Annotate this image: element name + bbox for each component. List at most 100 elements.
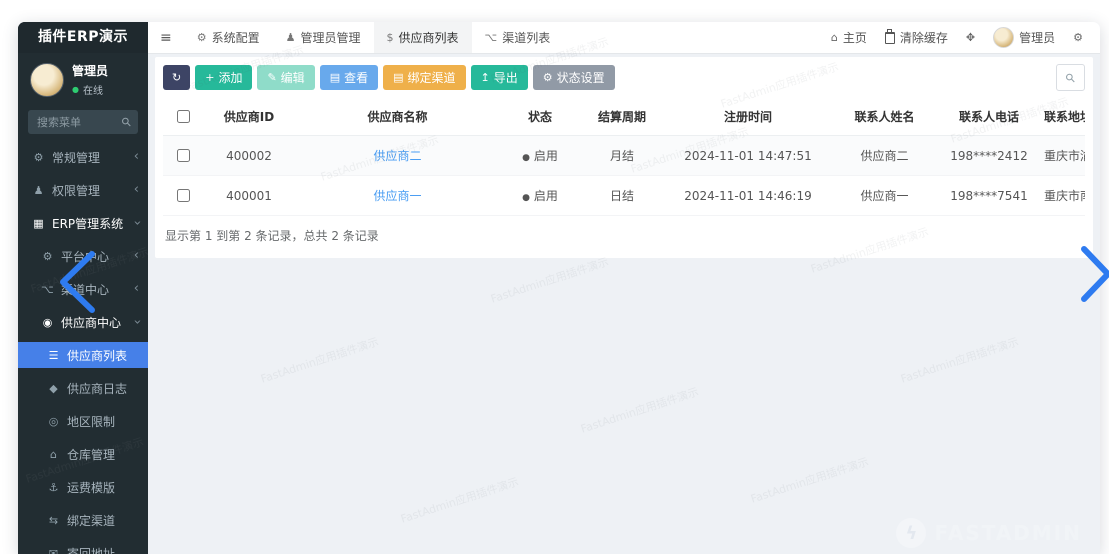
tab-channel-list[interactable]: ⌥ 渠道列表 <box>472 22 564 53</box>
random-icon: ⇆ <box>48 513 59 527</box>
fullscreen-button[interactable]: ✥ <box>957 22 984 53</box>
avatar <box>993 27 1015 48</box>
ban-icon: ◎ <box>48 414 59 428</box>
gear-icon: ⚙ <box>196 31 207 44</box>
add-label: 添加 <box>218 71 243 85</box>
cell-contact-phone: 198****2412 <box>937 135 1041 176</box>
view-button[interactable]: ▤ 查看 <box>319 65 379 90</box>
search-icon: ⚲ <box>1062 69 1079 86</box>
settings-button[interactable]: ⚙ <box>1064 22 1092 53</box>
status-badge: 启用 <box>533 149 558 163</box>
user-icon: ♟ <box>285 31 296 44</box>
supplier-table: 供应商ID 供应商名称 状态 结算周期 注册时间 联系人姓名 联系人电话 联系地… <box>163 98 1085 216</box>
status-settings-button[interactable]: ⚙ 状态设置 <box>532 65 615 90</box>
sidebar-item-erp-system[interactable]: ▦ ERP管理系统 › <box>18 210 148 236</box>
user-name: 管理员 <box>72 64 109 78</box>
sidebar-item-permission-management[interactable]: ♟ 权限管理 ‹ <box>18 177 148 203</box>
bind-channel-label: 绑定渠道 <box>407 71 456 85</box>
cell-contact-phone: 198****7541 <box>937 175 1041 216</box>
column-contact-phone[interactable]: 联系人电话 <box>937 98 1041 136</box>
chevron-left-icon: ‹ <box>133 281 139 296</box>
bind-channel-button[interactable]: ▤ 绑定渠道 <box>383 65 466 90</box>
trash-icon <box>884 28 895 44</box>
sidebar-item-warehouse-management[interactable]: ⌂ 仓库管理 <box>18 441 148 467</box>
menu-search[interactable]: ⚲ <box>28 110 138 134</box>
clear-cache-button[interactable]: 清除缓存 <box>876 22 957 53</box>
menu-search-input[interactable] <box>35 114 123 130</box>
chevron-left-icon: ‹ <box>133 248 139 263</box>
column-contact-address[interactable]: 联系地址 <box>1041 98 1085 136</box>
add-button[interactable]: + 添加 <box>195 65 253 90</box>
sidebar-item-label: 权限管理 <box>52 183 101 198</box>
view-label: 查看 <box>344 71 369 85</box>
status-dot-icon: ● <box>522 153 530 163</box>
sidebar-item-label: 绑定渠道 <box>67 513 116 528</box>
tab-supplier-list[interactable]: $ 供应商列表 <box>373 22 472 53</box>
list-icon: ☰ <box>48 348 59 362</box>
book-icon: ▤ <box>329 71 341 84</box>
column-settlement-cycle[interactable]: 结算周期 <box>580 98 664 136</box>
edit-button[interactable]: ✎ 编辑 <box>257 65 315 90</box>
sidebar-item-label: 供应商日志 <box>67 381 128 396</box>
screen: 插件ERP演示 管理员 ● 在线 ⚲ ⚙ 常规管理 <box>0 0 1109 554</box>
refresh-button[interactable]: ↻ <box>163 65 191 90</box>
user-menu-label: 管理员 <box>1019 31 1056 45</box>
refresh-icon: ↻ <box>172 71 182 84</box>
user-menu[interactable]: 管理员 <box>984 22 1064 53</box>
sidebar-item-general-management[interactable]: ⚙ 常规管理 ‹ <box>18 144 148 170</box>
app-window: 插件ERP演示 管理员 ● 在线 ⚲ ⚙ 常规管理 <box>18 22 1100 554</box>
hamburger-icon: ≡ <box>160 29 172 46</box>
status-settings-label: 状态设置 <box>556 71 605 85</box>
column-status[interactable]: 状态 <box>500 98 580 136</box>
cell-contact-name: 供应商一 <box>832 175 937 216</box>
sidebar-item-supplier-list[interactable]: ☰ 供应商列表 <box>18 342 148 368</box>
cell-contact-address: 重庆市南岸区 <box>1041 175 1085 216</box>
pagination-summary: 显示第 1 到第 2 条记录，总共 2 条记录 <box>165 229 379 243</box>
carousel-prev-icon[interactable] <box>56 250 98 314</box>
row-checkbox[interactable] <box>177 189 190 202</box>
sidebar-item-return-address[interactable]: ✉ 寄回地址 <box>18 540 148 554</box>
supplier-name-link[interactable]: 供应商二 <box>373 149 421 163</box>
pencil-icon: ✎ <box>267 71 277 84</box>
content-area: ↻ + 添加 ✎ 编辑 ▤ 查看 ▤ 绑定渠道 ↥ 导出 ⚙ 状态设置 ⚲ 供应… <box>148 53 1100 554</box>
column-register-time[interactable]: 注册时间 <box>664 98 832 136</box>
table-search-button[interactable]: ⚲ <box>1056 64 1085 91</box>
export-button[interactable]: ↥ 导出 <box>470 65 528 90</box>
home-button[interactable]: ⌂ 主页 <box>822 22 876 53</box>
supplier-name-link[interactable]: 供应商一 <box>373 189 421 203</box>
column-supplier-id[interactable]: 供应商ID <box>203 98 295 136</box>
sidebar-item-label: 供应商中心 <box>61 315 122 330</box>
cell-register-time: 2024-11-01 14:47:51 <box>664 135 832 176</box>
sidebar-item-label: ERP管理系统 <box>52 216 124 231</box>
column-contact-name[interactable]: 联系人姓名 <box>832 98 937 136</box>
chevron-down-icon: › <box>129 220 145 226</box>
sidebar-item-label: 地区限制 <box>67 414 116 429</box>
top-navbar: ≡ ⚙ 系统配置 ♟ 管理员管理 $ 供应商列表 ⌥ 渠道列表 ⌂ 主页 清除缓… <box>148 22 1100 54</box>
edit-label: 编辑 <box>280 71 305 85</box>
sidebar-item-bind-channel[interactable]: ⇆ 绑定渠道 <box>18 507 148 533</box>
sidebar-item-freight-template[interactable]: ⚓ 运费模版 <box>18 474 148 500</box>
sidebar-item-label: 寄回地址 <box>67 546 116 554</box>
sidebar-toggle-button[interactable]: ≡ <box>148 22 184 53</box>
tab-label: 管理员管理 <box>300 31 361 45</box>
gear-icon: ⚙ <box>42 249 53 263</box>
table-header-row: 供应商ID 供应商名称 状态 结算周期 注册时间 联系人姓名 联系人电话 联系地… <box>163 98 1085 136</box>
table-row: 400001 供应商一 ● 启用 日结 2024-11-01 14:46:19 供… <box>163 175 1085 216</box>
select-all-checkbox[interactable] <box>177 110 190 123</box>
book-icon: ▤ <box>393 71 404 84</box>
user-status: 在线 <box>82 86 103 97</box>
tint-icon: ◆ <box>49 381 58 395</box>
table-toolbar: ↻ + 添加 ✎ 编辑 ▤ 查看 ▤ 绑定渠道 ↥ 导出 ⚙ 状态设置 ⚲ <box>163 64 1085 91</box>
column-supplier-name[interactable]: 供应商名称 <box>295 98 500 136</box>
sidebar-item-label: 供应商列表 <box>67 348 128 363</box>
sitemap-icon: ⌥ <box>484 31 498 44</box>
sidebar-item-label: 仓库管理 <box>67 447 116 462</box>
tab-system-config[interactable]: ⚙ 系统配置 <box>184 22 273 53</box>
sidebar-item-region-restriction[interactable]: ◎ 地区限制 <box>18 408 148 434</box>
tab-admin-management[interactable]: ♟ 管理员管理 <box>273 22 374 53</box>
row-checkbox[interactable] <box>177 149 190 162</box>
sitemap-icon: ⌥ <box>41 282 54 296</box>
sidebar-item-supplier-log[interactable]: ◆ 供应商日志 <box>18 375 148 401</box>
table-row: 400002 供应商二 ● 启用 月结 2024-11-01 14:47:51 供… <box>163 135 1085 176</box>
carousel-next-icon[interactable] <box>1080 245 1109 303</box>
